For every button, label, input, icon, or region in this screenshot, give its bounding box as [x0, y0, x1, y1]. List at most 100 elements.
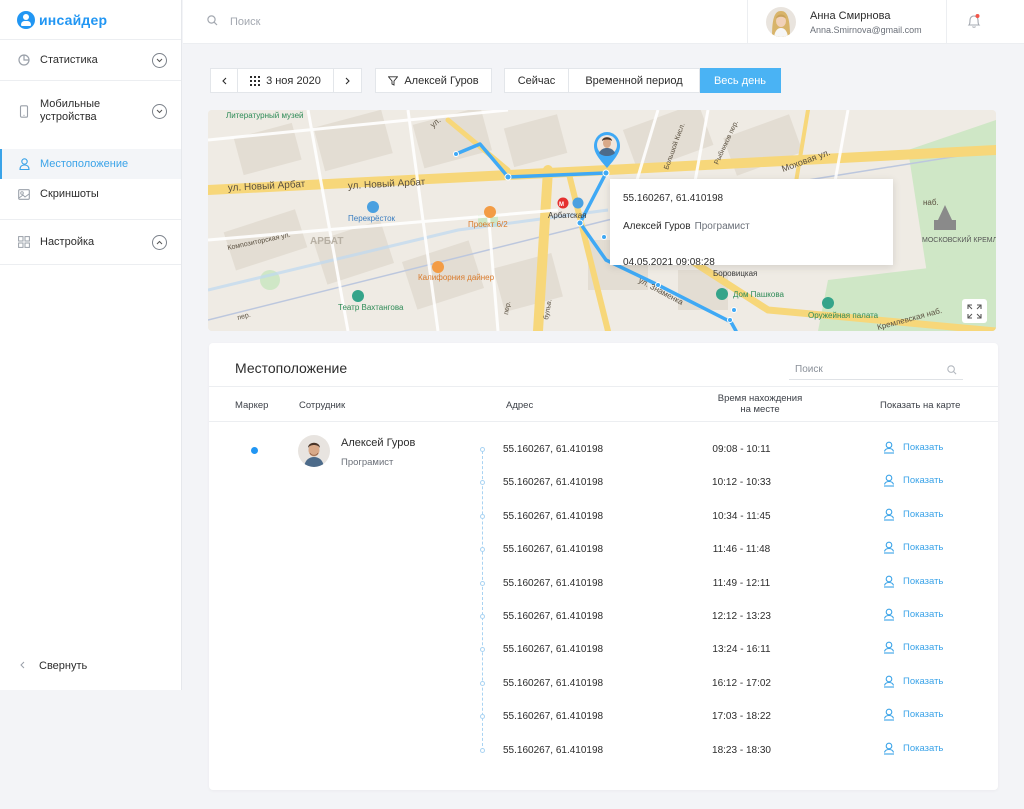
- user-location-icon: [883, 708, 895, 721]
- row-address: 55.160267, 61.410198: [503, 677, 604, 689]
- row-time: 09:08 - 10:11: [712, 444, 771, 455]
- show-label: Показать: [903, 675, 944, 687]
- table-header: Маркер Сотрудник Адрес Время нахождения …: [209, 386, 998, 422]
- prev-date-button[interactable]: [210, 68, 238, 93]
- map-label: Театр Вахтангова: [338, 303, 404, 312]
- chevron-down-icon[interactable]: [152, 52, 167, 68]
- sidebar-subitem-screenshots[interactable]: Скриншоты: [0, 179, 181, 209]
- show-label: Показать: [903, 475, 944, 487]
- logo[interactable]: инсайдер: [0, 0, 181, 40]
- timeline-dot: [480, 447, 485, 452]
- user-email: Anna.Smirnova@gmail.com: [810, 24, 922, 35]
- user-location-icon: [883, 575, 895, 588]
- search-icon: [947, 364, 957, 374]
- row-address: 55.160267, 61.410198: [503, 444, 604, 455]
- popup-name: Алексей Гуров: [623, 221, 691, 232]
- employee-filter-label: Алексей Гуров: [404, 74, 479, 87]
- show-on-map-button[interactable]: Показать: [883, 441, 943, 454]
- panel-search[interactable]: Поиск: [789, 360, 963, 380]
- table-row: 55.160267, 61.410198 09:08 - 10:11 Показат…: [209, 441, 998, 461]
- header-search[interactable]: Поиск: [207, 15, 260, 29]
- collapse-button[interactable]: Свернуть: [20, 660, 87, 672]
- sidebar-subitem-label: Скриншоты: [40, 188, 99, 200]
- user-location-icon: [883, 608, 895, 621]
- show-on-map-button[interactable]: Показать: [883, 675, 943, 688]
- table-row: 55.160267, 61.410198 16:12 - 17:02 Показат…: [209, 675, 998, 695]
- table-row: 55.160267, 61.410198 10:12 - 10:33 Показат…: [209, 474, 998, 494]
- popup-coords: 55.160267, 61.410198: [623, 193, 724, 204]
- sidebar-item-mobile-devices[interactable]: Мобильные устройства: [0, 81, 181, 141]
- show-on-map-button[interactable]: Показать: [883, 641, 943, 654]
- fullscreen-button[interactable]: [962, 299, 987, 323]
- search-icon: [207, 15, 218, 29]
- chevron-up-icon[interactable]: [152, 234, 167, 250]
- map-label: Оружейная палата: [808, 311, 879, 320]
- show-label: Показать: [903, 575, 944, 587]
- grid-icon: [18, 236, 30, 248]
- user-location-icon: [883, 642, 895, 654]
- expand-icon: [967, 303, 982, 319]
- show-on-map-button[interactable]: Показать: [883, 541, 943, 554]
- map-label: АРБАТ: [310, 236, 344, 247]
- chevron-right-icon: [345, 77, 350, 84]
- tab-time-period[interactable]: Временной период: [569, 68, 700, 93]
- user-icon: [18, 158, 30, 170]
- sidebar-subitem-location[interactable]: Местоположение: [0, 149, 181, 179]
- show-on-map-button[interactable]: Показать: [883, 575, 943, 588]
- filter-icon: [388, 75, 399, 86]
- timeline-dot: [480, 513, 485, 519]
- row-time: 16:12 - 17:02: [712, 677, 771, 689]
- user-location-icon: [883, 742, 895, 755]
- show-on-map-button[interactable]: Показать: [883, 742, 943, 755]
- sidebar-item-settings[interactable]: Настройка: [0, 220, 181, 265]
- collapse-label: Свернуть: [39, 660, 88, 672]
- timeline-dot: [480, 647, 485, 653]
- map-location-popup: 55.160267, 61.410198 Алексей Гуров Програ…: [610, 179, 893, 268]
- show-on-map-button[interactable]: Показать: [883, 708, 943, 721]
- map-label: Перекрёсток: [348, 214, 396, 223]
- sidebar-item-label: Настройка: [40, 235, 95, 248]
- popup-role: Програмист: [694, 221, 750, 232]
- map-label: Дом Пашкова: [733, 290, 784, 299]
- show-on-map-button[interactable]: Показать: [883, 608, 943, 621]
- user-profile[interactable]: Анна Смирнова Anna.Smirnova@gmail.com: [747, 0, 947, 44]
- next-date-button[interactable]: [334, 68, 362, 93]
- user-location-icon: [883, 675, 895, 688]
- timeline-dot: [480, 480, 485, 486]
- logo-text: инсайдер: [39, 11, 108, 28]
- timeline-dot: [480, 614, 485, 619]
- popup-person: Алексей Гуров Програмист: [623, 221, 1024, 241]
- row-address: 55.160267, 61.410198: [503, 711, 604, 723]
- notification-bell-icon[interactable]: [967, 13, 981, 32]
- toolbar: 3 ноя 2020 Алексей Гуров Сейчас Временно…: [210, 68, 781, 93]
- chevron-down-icon[interactable]: [152, 103, 167, 119]
- map-label: Арбатская: [548, 211, 587, 220]
- show-label: Показать: [903, 709, 944, 721]
- show-label: Показать: [903, 542, 944, 554]
- table-row: 55.160267, 61.410198 12:12 - 13:23 Показат…: [209, 608, 998, 628]
- row-time: 12:12 - 13:23: [712, 611, 771, 622]
- chevron-left-icon: [221, 77, 226, 84]
- top-header: Поиск Анна Смирнова Anna.Smirnova@gmail.…: [183, 0, 1024, 44]
- panel-search-input[interactable]: Поиск: [795, 364, 823, 375]
- tab-now[interactable]: Сейчас: [504, 68, 569, 93]
- search-input[interactable]: Поиск: [230, 16, 260, 28]
- map-label: Литературный музей: [226, 111, 304, 120]
- col-marker: Маркер: [235, 400, 269, 411]
- sidebar-item-statistics[interactable]: Статистика: [0, 40, 181, 81]
- date-picker[interactable]: 3 ноя 2020: [238, 68, 334, 93]
- chevron-left-icon: [20, 660, 25, 672]
- user-location-icon: [883, 541, 895, 554]
- row-time: 10:12 - 10:33: [712, 477, 771, 489]
- employee-filter-button[interactable]: Алексей Гуров: [375, 68, 492, 93]
- tab-whole-day[interactable]: Весь день: [700, 68, 781, 93]
- row-address: 55.160267, 61.410198: [503, 544, 604, 556]
- show-on-map-button[interactable]: Показать: [883, 508, 943, 521]
- user-name: Анна Смирнова: [810, 9, 891, 22]
- show-on-map-button[interactable]: Показать: [883, 474, 943, 487]
- timeline-dot: [480, 547, 485, 553]
- sidebar-item-label: Статистика: [40, 53, 98, 66]
- show-label: Показать: [903, 609, 944, 620]
- map-label: Проект 6/2: [468, 220, 508, 229]
- row-address: 55.160267, 61.410198: [503, 510, 604, 522]
